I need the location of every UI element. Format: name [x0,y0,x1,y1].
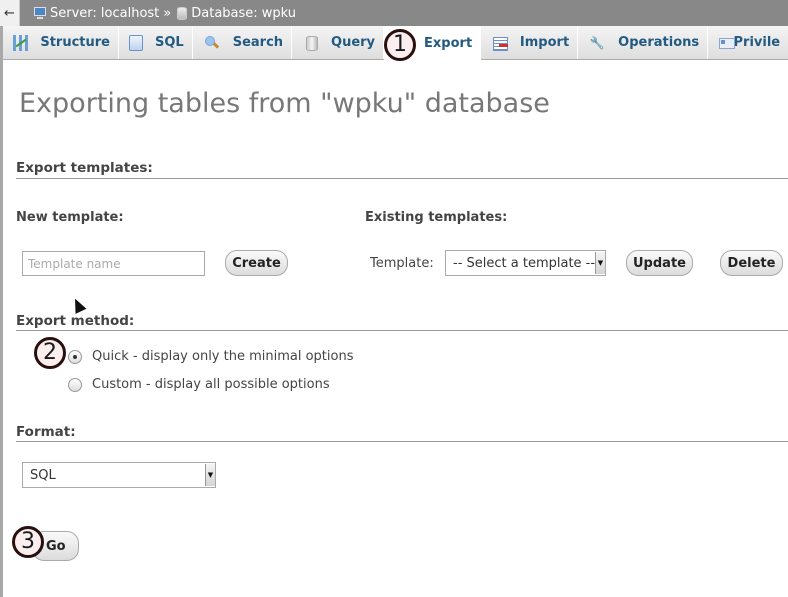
radio-quick[interactable]: Quick - display only the minimal options [68,349,354,364]
database-icon [177,6,188,20]
tab-search[interactable]: Search [192,26,293,59]
tab-label: Privile [733,35,781,50]
annotation-marker-1: 1 [384,29,416,61]
breadcrumb-separator: » [163,5,172,21]
id-card-icon [718,35,738,51]
breadcrumb-server-link[interactable]: Server: localhost [50,6,159,21]
tab-label: SQL [155,35,184,50]
wrench-icon: 🔧 [589,35,605,50]
magnifier-icon [203,35,221,51]
template-select[interactable]: -- Select a template -- ▼ [445,250,606,276]
tab-label: Export [424,35,473,51]
tab-import[interactable]: Import [481,26,579,59]
template-label: Template: [370,256,434,271]
annotation-marker-2: 2 [34,337,66,369]
create-button[interactable]: Create [225,250,288,276]
sql-scroll-icon [129,34,143,51]
breadcrumb-bar: ← Server: localhost » Database: wpku [0,0,788,26]
section-divider [16,330,788,331]
structure-icon [13,34,29,51]
export-method-heading: Export method: [16,313,135,329]
export-templates-heading: Export templates: [16,160,153,176]
page-title: Exporting tables from "wpku" database [19,88,550,119]
format-select-value: SQL [30,467,56,483]
section-divider [16,178,788,179]
tab-query[interactable]: Query [292,26,385,59]
arrow-left-icon: ← [4,5,15,21]
tab-privileges[interactable]: Privile [708,26,788,59]
radio-custom[interactable]: Custom - display all possible options [68,377,330,392]
radio-button[interactable] [68,377,82,392]
radio-button-checked[interactable] [68,349,82,364]
server-icon [32,6,48,20]
existing-templates-label: Existing templates: [365,210,508,225]
tab-label: Search [232,35,284,50]
back-button[interactable]: ← [0,0,20,26]
dropdown-arrow-icon: ▼ [205,464,215,486]
tab-label: Query [331,35,376,50]
mouse-cursor-icon [69,296,87,314]
update-button[interactable]: Update [626,250,693,276]
left-border [0,26,3,597]
section-divider [16,441,788,442]
database-cylinder-icon [302,35,319,51]
format-select[interactable]: SQL ▼ [22,462,216,488]
import-icon [491,35,508,51]
tab-structure[interactable]: Structure [3,26,119,59]
format-heading: Format: [16,424,76,440]
radio-label: Quick - display only the minimal options [92,349,354,364]
radio-label: Custom - display all possible options [92,377,330,392]
tab-label: Operations [618,35,700,50]
breadcrumb-database-link[interactable]: Database: wpku [191,6,296,21]
template-name-input[interactable] [22,251,205,276]
new-template-label: New template: [16,210,124,225]
template-select-value: -- Select a template -- [453,255,596,271]
dropdown-arrow-icon: ▼ [595,252,605,274]
tab-label: Import [519,35,570,50]
tab-sql[interactable]: SQL [119,26,193,59]
tab-operations[interactable]: 🔧 Operations [578,26,709,59]
annotation-marker-3: 3 [12,526,44,558]
delete-button[interactable]: Delete [720,250,783,276]
tab-label: Structure [40,35,110,50]
breadcrumb: Server: localhost » Database: wpku [32,6,296,21]
